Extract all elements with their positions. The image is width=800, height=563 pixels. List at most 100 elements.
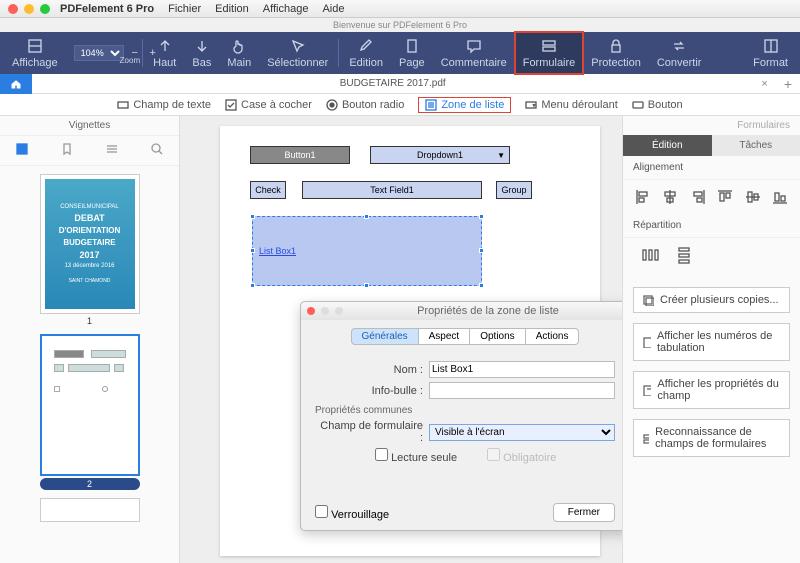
toolbar-affichage[interactable]: Affichage bbox=[4, 32, 66, 74]
readonly-label: Lecture seule bbox=[391, 452, 457, 464]
left-panel-tabs bbox=[0, 136, 179, 166]
distribute-h-icon[interactable] bbox=[641, 246, 659, 264]
toolbar-edition[interactable]: Edition bbox=[341, 32, 391, 74]
align-right-icon[interactable] bbox=[689, 188, 707, 206]
form-field-button[interactable]: Button1 bbox=[250, 146, 350, 164]
form-field-group[interactable]: Group bbox=[496, 181, 532, 199]
document-canvas[interactable]: Button1 Dropdown1 Check Text Field1 Grou… bbox=[180, 116, 622, 563]
align-bottom-icon[interactable] bbox=[771, 188, 789, 206]
required-label: Obligatoire bbox=[503, 452, 556, 464]
traffic-lights bbox=[8, 4, 50, 14]
minimize-window-icon[interactable] bbox=[24, 4, 34, 14]
properties-panel: Formulaires Édition Tâches Alignement Ré… bbox=[622, 116, 800, 563]
toolbar-page[interactable]: Page bbox=[391, 32, 433, 74]
home-tab[interactable] bbox=[0, 74, 32, 94]
form-tool-button[interactable]: Bouton bbox=[632, 99, 683, 111]
bookmarks-tab-icon[interactable] bbox=[60, 142, 74, 159]
main-content: Vignettes CONSEILMUNICIPAL DEBAT D'ORIEN… bbox=[0, 116, 800, 563]
document-tabbar: BUDGETAIRE 2017.pdf × + bbox=[0, 74, 800, 94]
toolbar-main[interactable]: Main bbox=[219, 32, 259, 74]
zoom-select[interactable]: 104% bbox=[74, 45, 124, 61]
dialog-tab-actions[interactable]: Actions bbox=[526, 328, 580, 345]
tab-taches[interactable]: Tâches bbox=[712, 135, 800, 156]
tooltip-input[interactable] bbox=[429, 382, 615, 399]
name-input[interactable] bbox=[429, 361, 615, 378]
form-recognition-button[interactable]: Reconnaissance de champs de formulaires bbox=[633, 419, 790, 457]
name-label: Nom : bbox=[315, 364, 423, 376]
form-tool-listbox[interactable]: Zone de liste bbox=[418, 97, 511, 113]
form-field-checkbox[interactable]: Check bbox=[250, 181, 286, 199]
thumbnails-list[interactable]: CONSEILMUNICIPAL DEBAT D'ORIENTATION BUD… bbox=[0, 166, 179, 563]
document-tab-title[interactable]: BUDGETAIRE 2017.pdf bbox=[32, 78, 753, 89]
app-title: PDFelement 6 Pro bbox=[60, 3, 154, 15]
form-tool-dropdown[interactable]: Menu déroulant bbox=[525, 99, 617, 111]
right-panel-title: Formulaires bbox=[623, 116, 800, 135]
formfield-select[interactable]: Visible à l'écran bbox=[429, 424, 615, 441]
menu-fichier[interactable]: Fichier bbox=[168, 3, 201, 15]
dialog-tab-options[interactable]: Options bbox=[470, 328, 525, 345]
new-tab-button[interactable]: + bbox=[776, 76, 800, 92]
common-props-section: Propriétés communes bbox=[315, 405, 615, 416]
zoom-window-icon[interactable] bbox=[40, 4, 50, 14]
form-tools-bar: Champ de texte Case à cocher Bouton radi… bbox=[0, 94, 800, 116]
dialog-close-icon[interactable] bbox=[307, 307, 315, 315]
form-tool-radio[interactable]: Bouton radio bbox=[326, 99, 404, 111]
thumbnails-title: Vignettes bbox=[0, 116, 179, 136]
toolbar-haut[interactable]: Haut bbox=[145, 32, 184, 74]
pdf-page: Button1 Dropdown1 Check Text Field1 Grou… bbox=[220, 126, 600, 556]
show-field-props-button[interactable]: Afficher les propriétés du champ bbox=[633, 371, 790, 409]
align-top-icon[interactable] bbox=[716, 188, 734, 206]
zoom-label: Zoom bbox=[120, 56, 140, 65]
distribute-v-icon[interactable] bbox=[675, 246, 693, 264]
close-tab-button[interactable]: × bbox=[753, 78, 775, 90]
formfield-label: Champ de formulaire : bbox=[315, 420, 423, 444]
properties-dialog: Propriétés de la zone de liste Générales… bbox=[300, 301, 622, 531]
alignment-section-label: Alignement bbox=[623, 156, 800, 180]
menu-aide[interactable]: Aide bbox=[322, 3, 344, 15]
dialog-tab-aspect[interactable]: Aspect bbox=[419, 328, 471, 345]
toolbar-commentaire[interactable]: Commentaire bbox=[433, 32, 515, 74]
align-center-h-icon[interactable] bbox=[661, 188, 679, 206]
form-tool-textfield[interactable]: Champ de texte bbox=[117, 99, 211, 111]
menu-edition[interactable]: Edition bbox=[215, 3, 249, 15]
close-button[interactable]: Fermer bbox=[553, 503, 615, 522]
thumbnails-panel: Vignettes CONSEILMUNICIPAL DEBAT D'ORIEN… bbox=[0, 116, 180, 563]
readonly-checkbox[interactable] bbox=[375, 448, 388, 461]
toolbar-formulaire[interactable]: Formulaire bbox=[515, 32, 584, 74]
required-checkbox bbox=[487, 448, 500, 461]
lock-label: Verrouillage bbox=[331, 509, 389, 521]
tab-edition[interactable]: Édition bbox=[623, 135, 712, 156]
align-center-v-icon[interactable] bbox=[744, 188, 762, 206]
toolbar-bas[interactable]: Bas bbox=[184, 32, 219, 74]
thumbnail-1[interactable]: CONSEILMUNICIPAL DEBAT D'ORIENTATION BUD… bbox=[40, 174, 140, 326]
thumbnail-2[interactable]: 2 bbox=[40, 334, 140, 490]
toolbar-convertir[interactable]: Convertir bbox=[649, 32, 710, 74]
outline-tab-icon[interactable] bbox=[105, 142, 119, 159]
main-toolbar: Affichage 104% − + Zoom Haut Bas Main Sé… bbox=[0, 32, 800, 74]
dialog-title: Propriétés de la zone de liste bbox=[353, 305, 622, 317]
toolbar-selectionner[interactable]: Sélectionner bbox=[259, 32, 336, 74]
align-left-icon[interactable] bbox=[634, 188, 652, 206]
form-field-dropdown[interactable]: Dropdown1 bbox=[370, 146, 510, 164]
form-tool-checkbox[interactable]: Case à cocher bbox=[225, 99, 312, 111]
dialog-tabs: Générales Aspect Options Actions bbox=[301, 328, 622, 345]
lock-checkbox[interactable] bbox=[315, 505, 328, 518]
form-field-listbox[interactable]: List Box1 bbox=[252, 216, 482, 286]
thumbnail-3[interactable] bbox=[40, 498, 140, 522]
alignment-icons bbox=[623, 180, 800, 214]
thumbnails-tab-icon[interactable] bbox=[15, 142, 29, 159]
toolbar-protection[interactable]: Protection bbox=[583, 32, 649, 74]
show-tab-numbers-button[interactable]: Afficher les numéros de tabulation bbox=[633, 323, 790, 361]
distribution-section-label: Répartition bbox=[623, 214, 800, 238]
tooltip-label: Info-bulle : bbox=[315, 385, 423, 397]
window-titlebar: PDFelement 6 Pro Fichier Edition Afficha… bbox=[0, 0, 800, 18]
create-copies-button[interactable]: Créer plusieurs copies... bbox=[633, 287, 790, 313]
menu-affichage[interactable]: Affichage bbox=[263, 3, 309, 15]
app-menu: PDFelement 6 Pro Fichier Edition Afficha… bbox=[60, 3, 345, 15]
dialog-tab-generales[interactable]: Générales bbox=[351, 328, 419, 345]
dialog-titlebar[interactable]: Propriétés de la zone de liste bbox=[301, 302, 622, 320]
toolbar-format[interactable]: Format bbox=[745, 32, 796, 74]
close-window-icon[interactable] bbox=[8, 4, 18, 14]
search-tab-icon[interactable] bbox=[150, 142, 164, 159]
form-field-textfield[interactable]: Text Field1 bbox=[302, 181, 482, 199]
